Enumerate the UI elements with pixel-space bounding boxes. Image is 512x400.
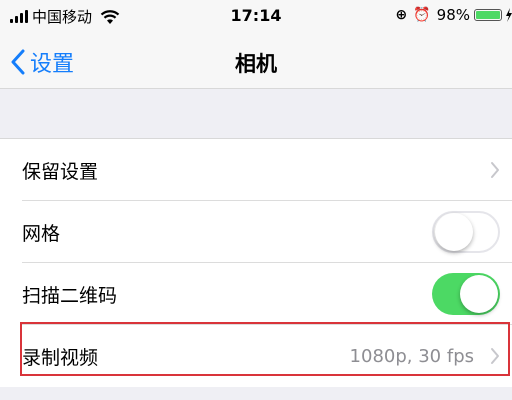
scan-qr-toggle[interactable] (432, 273, 500, 315)
chevron-right-icon (491, 162, 499, 178)
nav-bar: 设置 相机 (0, 34, 512, 89)
charging-icon (506, 8, 512, 22)
toggle-knob (460, 275, 498, 313)
battery-icon (474, 9, 502, 21)
grid-toggle[interactable] (432, 211, 500, 253)
settings-group: 保留设置 网格 扫描二维码 录制视频 1080p, 30 fps (0, 138, 512, 387)
row-grid: 网格 (0, 201, 512, 263)
orientation-lock-icon: ⊕ (395, 7, 408, 23)
row-label: 录制视频 (22, 346, 99, 369)
alarm-icon: ⏰ (413, 7, 431, 23)
page-title: 相机 (235, 52, 277, 76)
row-scan-qr-code: 扫描二维码 (0, 263, 512, 325)
row-label: 扫描二维码 (22, 284, 118, 307)
row-preserve-settings[interactable]: 保留设置 (0, 139, 512, 201)
status-right: ⊕ ⏰ 98% (395, 6, 512, 24)
chevron-right-icon (491, 348, 499, 364)
record-video-value: 1080p, 30 fps (349, 345, 474, 367)
battery-percent: 98% (436, 6, 470, 24)
toggle-knob (435, 213, 473, 251)
row-record-video[interactable]: 录制视频 1080p, 30 fps (0, 325, 512, 387)
status-bar: 中国移动 17:14 ⊕ ⏰ 98% (0, 0, 512, 34)
battery-fill (476, 11, 500, 19)
row-label: 保留设置 (22, 160, 99, 183)
row-label: 网格 (22, 222, 61, 245)
